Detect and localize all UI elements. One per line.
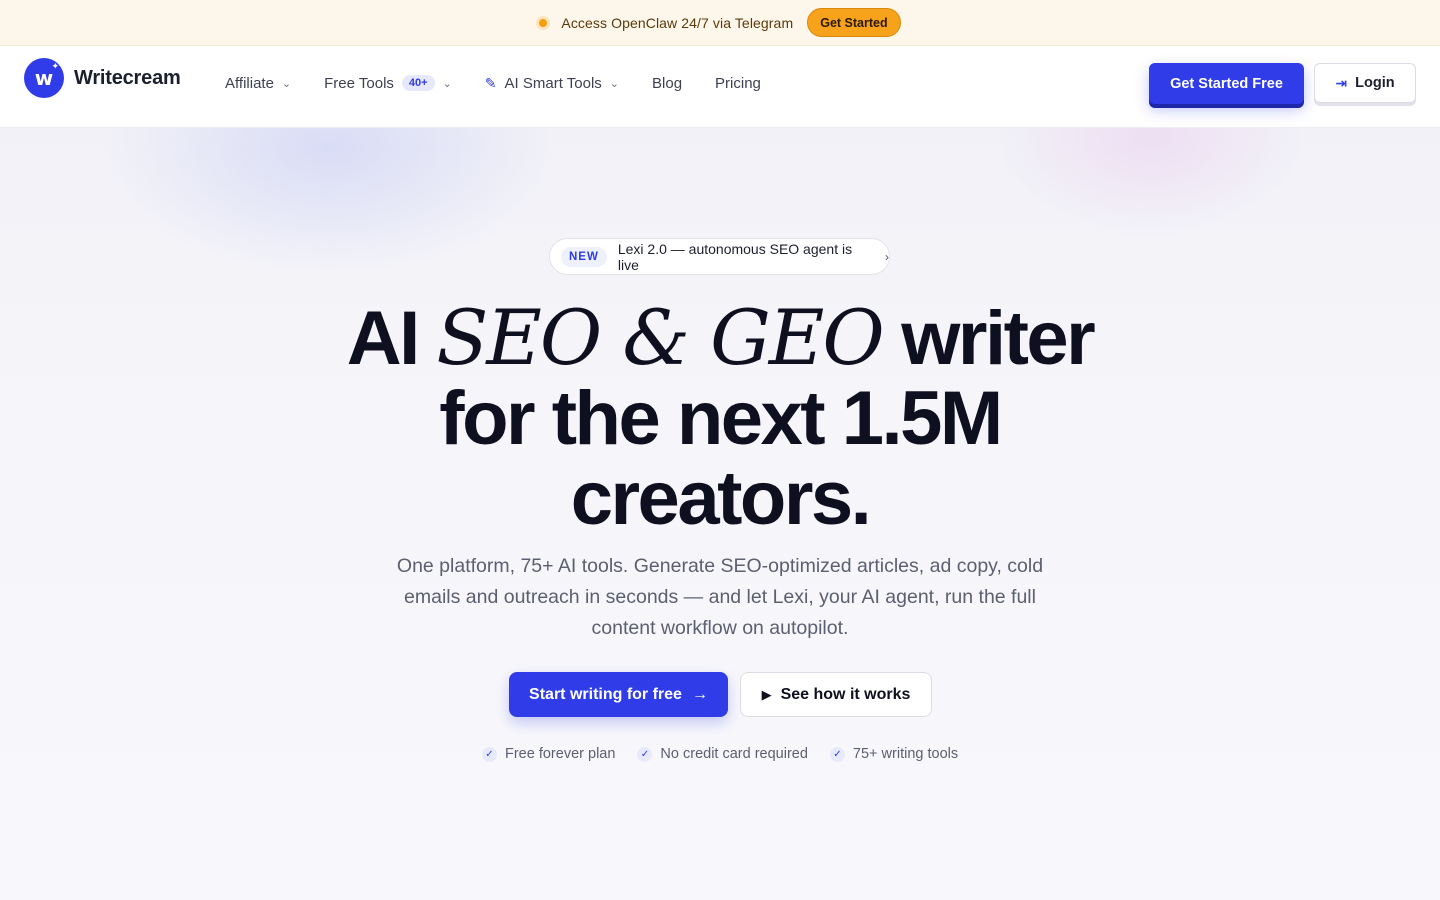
nav-item-free-tools[interactable]: Free Tools 40+ ⌄ (324, 75, 452, 92)
get-started-free-button[interactable]: Get Started Free (1149, 63, 1304, 104)
headline-line-2: for the next 1.5M (439, 376, 1003, 461)
tools-count-badge: 40+ (401, 75, 435, 91)
logo-mark-letter: w (34, 66, 54, 90)
brand-logo[interactable]: w ✦ Writecream (24, 58, 181, 98)
check-label: Free forever plan (505, 746, 616, 762)
hero-subtext: One platform, 75+ AI tools. Generate SEO… (396, 555, 1044, 639)
nav-item-pricing[interactable]: Pricing (715, 75, 761, 92)
chevron-right-icon: › (885, 249, 889, 264)
nav-item-label: Free Tools (324, 74, 394, 92)
headline-seo-geo: SEO & GEO (436, 293, 884, 382)
hero-headline: AI SEO & GEO writer for the next 1.5M cr… (320, 298, 1120, 539)
arrow-right-icon: → (691, 685, 708, 703)
chevron-down-icon: ⌄ (442, 77, 452, 90)
writecream-logo-icon: w ✦ (24, 58, 64, 98)
announcement-bar: Access OpenClaw 24/7 via Telegram Get St… (0, 0, 1440, 46)
start-writing-label: Start writing for free (529, 685, 682, 703)
nav-item-affiliate[interactable]: Affiliate ⌄ (225, 75, 291, 92)
nav-item-label: Affiliate (225, 74, 274, 92)
check-icon: ✓ (637, 746, 653, 762)
hero-section: NEW Lexi 2.0 — autonomous SEO agent is l… (0, 128, 1440, 900)
check-item: ✓ Free forever plan (482, 746, 615, 762)
brand-name: Writecream (74, 66, 181, 89)
nav-item-blog[interactable]: Blog (652, 75, 682, 92)
headline-line-3: creators. (570, 456, 872, 541)
chevron-down-icon: ⌄ (281, 77, 292, 90)
start-writing-button[interactable]: Start writing for free → (509, 672, 728, 717)
login-label: Login (1355, 75, 1395, 91)
login-icon: ⇥ (1335, 74, 1348, 91)
announcement-pill[interactable]: NEW Lexi 2.0 — autonomous SEO agent is l… (549, 238, 890, 275)
pill-text: Lexi 2.0 — autonomous SEO agent is live (617, 240, 853, 273)
main-nav: Affiliate ⌄ Free Tools 40+ ⌄ ✎ AI Smart … (225, 46, 794, 120)
nav-item-ai-smart-tools[interactable]: ✎ AI Smart Tools ⌄ (485, 75, 619, 92)
chevron-down-icon: ⌄ (609, 77, 620, 90)
announcement-get-started-button[interactable]: Get Started (807, 8, 901, 37)
headline-writer: writer (901, 296, 1095, 381)
nav-item-label: Pricing (715, 74, 761, 92)
status-dot-icon (539, 18, 548, 27)
login-button[interactable]: ⇥ Login (1314, 63, 1416, 103)
site-header: w ✦ Writecream Affiliate ⌄ Free Tools 40… (0, 46, 1440, 128)
check-item: ✓ No credit card required (637, 746, 808, 762)
check-label: No credit card required (660, 746, 808, 762)
sparkle-icon: ✦ (51, 62, 59, 72)
hero-checklist: ✓ Free forever plan ✓ No credit card req… (482, 746, 958, 762)
check-icon: ✓ (482, 746, 497, 762)
magic-wand-icon: ✎ (484, 74, 497, 91)
nav-item-label: AI Smart Tools (504, 74, 602, 92)
play-icon: ▶ (761, 686, 772, 702)
announcement-message: Access OpenClaw 24/7 via Telegram (561, 14, 794, 31)
check-label: 75+ writing tools (852, 746, 959, 762)
check-icon: ✓ (829, 746, 845, 762)
see-how-label: See how it works (780, 685, 911, 703)
see-how-it-works-button[interactable]: ▶ See how it works (740, 672, 932, 717)
check-item: ✓ 75+ writing tools (829, 746, 959, 762)
new-badge: NEW (561, 246, 607, 267)
nav-item-label: Blog (652, 74, 683, 92)
headline-ai: AI (346, 296, 421, 381)
